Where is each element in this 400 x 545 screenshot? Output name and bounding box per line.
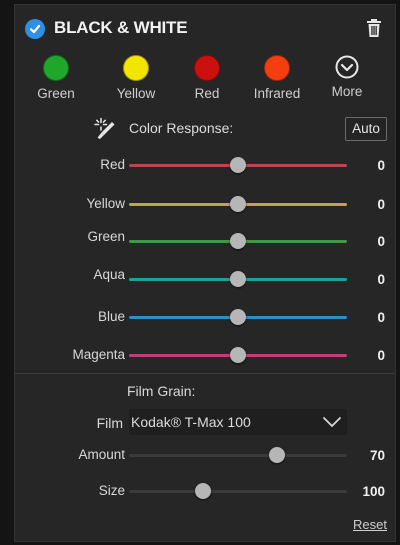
amount-slider-track[interactable]: [129, 454, 347, 457]
red-slider-thumb[interactable]: [230, 157, 246, 173]
chevron-down-icon: [323, 415, 341, 429]
blue-slider-thumb[interactable]: [230, 309, 246, 325]
slider-row-blue: Blue 0: [15, 305, 395, 329]
size-slider-track[interactable]: [129, 490, 347, 493]
film-row: Film Kodak® T-Max 100: [15, 407, 395, 437]
slider-row-size: Size 100: [15, 479, 395, 503]
color-filter-presets: Green Yellow Red Infrared More: [15, 55, 395, 105]
slider-label: Green: [87, 229, 125, 244]
slider-label: Aqua: [93, 267, 125, 282]
slider-label: Amount: [78, 447, 125, 462]
slider-row-green: Green 0: [15, 229, 395, 253]
green-slider-thumb[interactable]: [230, 233, 246, 249]
film-grain-title: Film Grain:: [127, 383, 196, 399]
infrared-filter-swatch: [264, 55, 290, 81]
slider-value: 100: [362, 484, 385, 499]
slider-row-yellow: Yellow 0: [15, 192, 395, 216]
panel-header: BLACK & WHITE: [15, 5, 395, 49]
filter-label: Red: [194, 86, 220, 101]
film-label: Film: [96, 415, 123, 431]
trash-icon[interactable]: [365, 18, 383, 38]
slider-row-amount: Amount 70: [15, 443, 395, 467]
filter-green[interactable]: Green: [21, 55, 91, 101]
slider-value: 0: [377, 348, 385, 363]
color-response-row: Color Response: Auto: [15, 117, 395, 141]
check-circle-icon[interactable]: [25, 19, 45, 39]
color-response-label: Color Response:: [129, 120, 234, 136]
filter-more[interactable]: More: [312, 55, 382, 99]
panel-title: BLACK & WHITE: [54, 18, 188, 37]
red-filter-swatch: [194, 55, 220, 81]
filter-label: More: [331, 84, 363, 99]
slider-label: Magenta: [72, 347, 125, 362]
slider-value: 70: [369, 448, 385, 463]
slider-label: Blue: [97, 309, 125, 324]
slider-value: 0: [377, 272, 385, 287]
film-select[interactable]: Kodak® T-Max 100: [129, 409, 347, 435]
section-divider: [15, 373, 395, 374]
slider-row-aqua: Aqua 0: [15, 267, 395, 291]
slider-label: Yellow: [86, 196, 125, 211]
auto-button[interactable]: Auto: [345, 117, 387, 141]
slider-label: Red: [100, 157, 125, 172]
filter-infrared[interactable]: Infrared: [242, 55, 312, 101]
slider-row-magenta: Magenta 0: [15, 343, 395, 367]
slider-row-red: Red 0: [15, 153, 395, 177]
filter-label: Infrared: [253, 86, 301, 101]
magenta-slider-thumb[interactable]: [230, 347, 246, 363]
reset-link[interactable]: Reset: [353, 517, 387, 532]
filter-yellow[interactable]: Yellow: [101, 55, 171, 101]
green-filter-swatch: [43, 55, 69, 81]
yellow-filter-swatch: [123, 55, 149, 81]
yellow-slider-thumb[interactable]: [230, 196, 246, 212]
filter-label: Yellow: [116, 86, 156, 101]
slider-value: 0: [377, 197, 385, 212]
slider-value: 0: [377, 234, 385, 249]
eyedropper-sparkle-icon[interactable]: [93, 117, 117, 141]
film-select-value: Kodak® T-Max 100: [131, 414, 251, 430]
slider-value: 0: [377, 158, 385, 173]
slider-value: 0: [377, 310, 385, 325]
filter-red[interactable]: Red: [172, 55, 242, 101]
size-slider-thumb[interactable]: [195, 483, 212, 499]
slider-label: Size: [98, 483, 125, 498]
amount-slider-thumb[interactable]: [269, 447, 286, 463]
chevron-circle-down-icon: [335, 55, 359, 79]
filter-label: Green: [37, 86, 75, 101]
black-white-panel: BLACK & WHITE Green Yellow Red Infrared …: [14, 4, 396, 542]
aqua-slider-thumb[interactable]: [230, 271, 246, 287]
